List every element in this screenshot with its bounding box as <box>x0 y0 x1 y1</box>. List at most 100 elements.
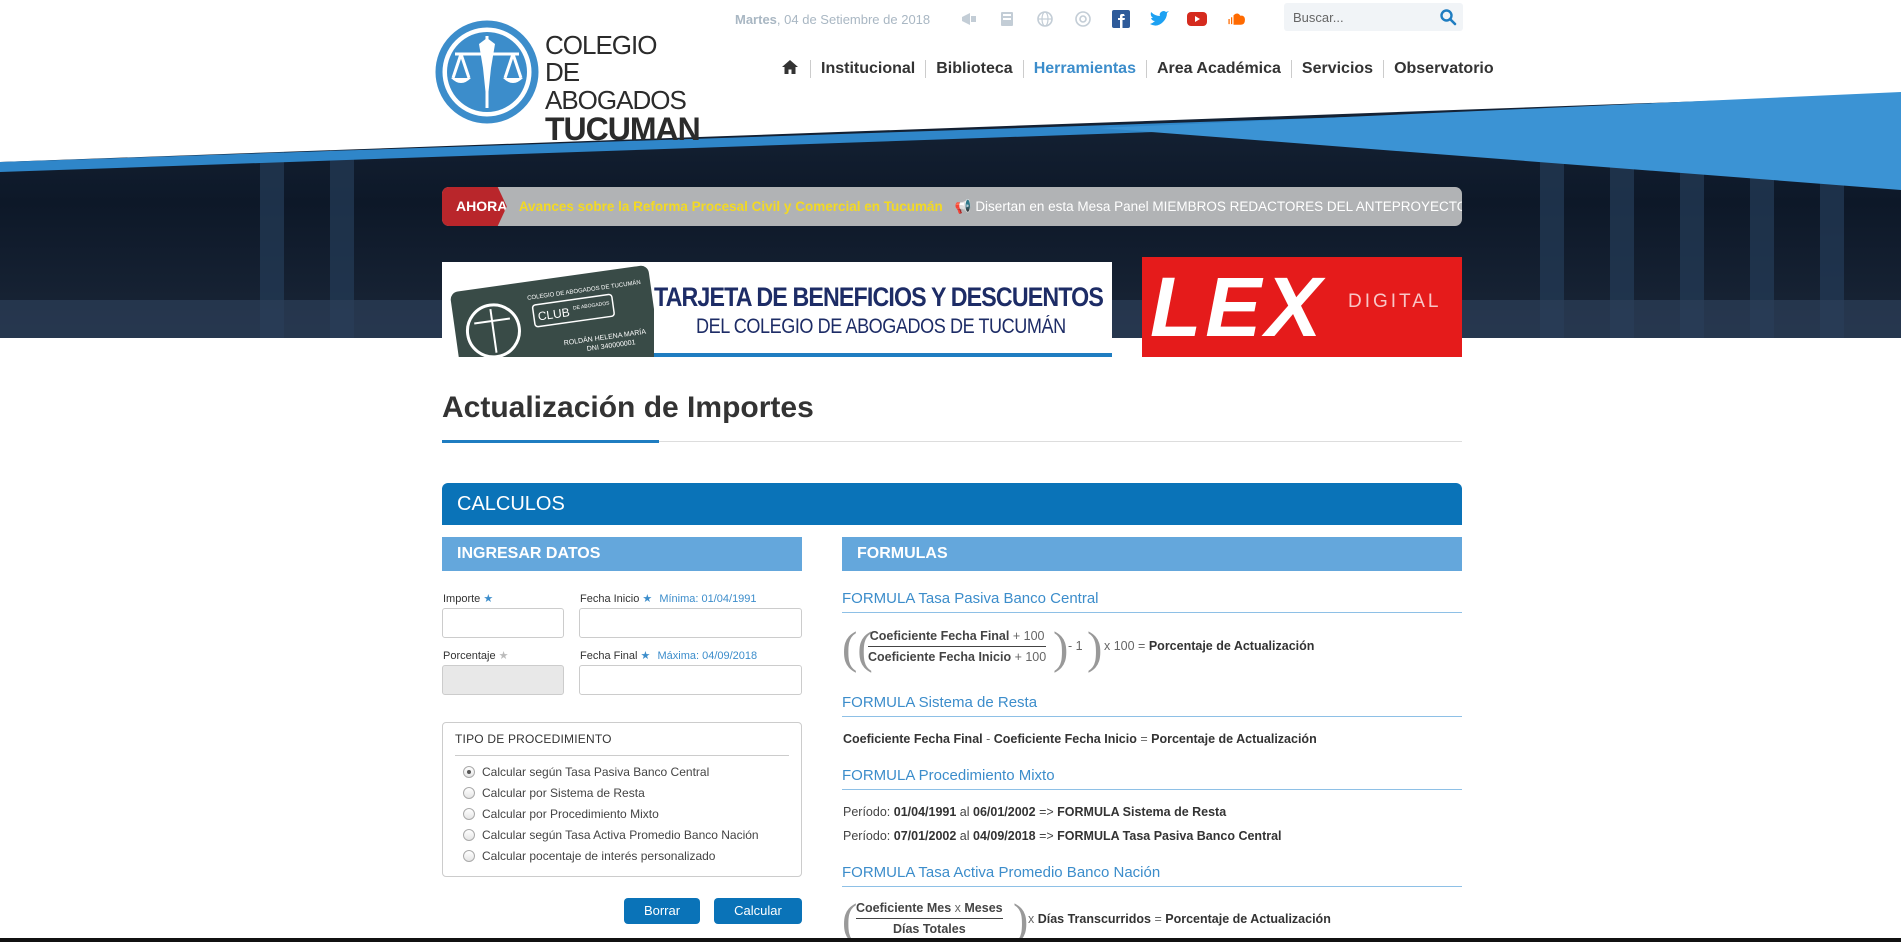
radio-option-tasa-pasiva[interactable]: Calcular según Tasa Pasiva Banco Central <box>463 765 709 779</box>
required-star-icon: ★ <box>640 650 651 662</box>
twitter-icon[interactable] <box>1148 8 1170 30</box>
nav-item-biblioteca[interactable]: Biblioteca <box>925 60 1022 78</box>
page-title: Actualización de Importes <box>442 391 814 424</box>
current-date: Martes, 04 de Setiembre de 2018 <box>735 12 930 27</box>
nav-item-area-academica[interactable]: Area Académica <box>1145 60 1291 78</box>
calculate-button[interactable]: Calcular <box>714 898 802 924</box>
megaphone-icon[interactable] <box>958 8 980 30</box>
membership-card-image: CLUB DE ABOGADOS COLEGIO DE ABOGADOS DE … <box>442 262 654 357</box>
home-icon <box>782 60 798 74</box>
radio-option-label: Calcular por Procedimiento Mixto <box>482 807 659 821</box>
f4-num-x: x <box>954 901 961 915</box>
ticker-text[interactable]: Disertan en esta Mesa Panel MIEMBROS RED… <box>975 199 1462 214</box>
fecha-inicio-hint: Mínima: 01/04/1991 <box>659 593 757 605</box>
nav-home[interactable] <box>782 60 810 78</box>
f3-al: al <box>959 829 970 843</box>
radio-button[interactable] <box>463 829 475 841</box>
required-star-icon: ★ <box>642 593 653 605</box>
f1-minus-one: - 1 <box>1068 639 1083 653</box>
radio-option-mixto[interactable]: Calcular por Procedimiento Mixto <box>463 807 659 821</box>
formula-divider <box>842 886 1462 887</box>
importe-label: Importe ★ <box>443 592 493 605</box>
f3-r2-formula: FORMULA Tasa Pasiva Banco Central <box>1057 829 1282 843</box>
logo-line-2: DE ABOGADOS <box>545 57 687 115</box>
f4-num-a: Coeficiente Mes <box>856 901 952 915</box>
globe-icon[interactable] <box>1034 8 1056 30</box>
f1-result-line: x 100 = Porcentaje de Actualización <box>1104 639 1314 653</box>
main-navigation: Institucional Biblioteca Herramientas Ar… <box>782 60 1504 78</box>
f1-den-a: Coeficiente Fecha Inicio <box>868 650 1012 664</box>
radio-button[interactable] <box>463 808 475 820</box>
f4-times: x <box>1028 912 1035 926</box>
close-paren: ) <box>1053 622 1069 673</box>
f3-period-label: Período: <box>843 805 891 819</box>
search-box <box>1284 3 1463 31</box>
f3-al: al <box>959 805 970 819</box>
nav-item-servicios[interactable]: Servicios <box>1290 60 1383 78</box>
f3-r1-to: 06/01/2002 <box>973 805 1036 819</box>
lex-digital-banner[interactable]: LEX DIGITAL <box>1142 257 1462 357</box>
book-icon[interactable] <box>996 8 1018 30</box>
f3-period-label: Período: <box>843 829 891 843</box>
fieldset-divider <box>455 755 789 756</box>
radio-option-sistema-resta[interactable]: Calcular por Sistema de Resta <box>463 786 645 800</box>
radio-button[interactable] <box>463 787 475 799</box>
formula-tasa-activa-fraction: Coeficiente Mes x Meses Días Totales <box>856 901 1003 936</box>
logo-line-3: TUCUMAN <box>545 111 701 147</box>
search-icon[interactable] <box>1439 8 1457 26</box>
close-paren: ) <box>1087 622 1103 673</box>
window-bottom-edge <box>0 938 1901 942</box>
megaphone-icon: 📢 <box>954 198 972 214</box>
f4-num-b: Meses <box>964 901 1003 915</box>
porcentaje-input[interactable] <box>442 665 564 695</box>
benefits-card-banner[interactable]: CLUB DE ABOGADOS COLEGIO DE ABOGADOS DE … <box>442 262 1112 357</box>
formula-divider <box>842 789 1462 790</box>
benefits-subtitle: DEL COLEGIO DE ABOGADOS DE TUCUMÁN <box>696 315 1066 338</box>
f3-period-1: Período: 01/04/1991 al 06/01/2002 => FOR… <box>843 805 1226 819</box>
f2-op: - <box>986 732 991 746</box>
title-divider-accent <box>442 440 659 443</box>
importe-input[interactable] <box>442 608 564 638</box>
fecha-final-label: Fecha Final ★ Máxima: 04/09/2018 <box>580 649 757 662</box>
procedure-type-fieldset: TIPO DE PROCEDIMIENTO Calcular según Tas… <box>442 722 802 877</box>
nav-item-institucional[interactable]: Institucional <box>810 60 925 78</box>
logo-wordmark: COLEGIO DE ABOGADOS TUCUMAN <box>545 32 705 147</box>
radio-button[interactable] <box>463 850 475 862</box>
nav-item-observatorio[interactable]: Observatorio <box>1383 60 1504 78</box>
soundcloud-icon[interactable] <box>1224 8 1246 30</box>
f2-eq: = <box>1140 732 1148 746</box>
f4-result-line: x Días Transcurridos = Porcentaje de Act… <box>1028 912 1331 926</box>
ticker-headline[interactable]: Avances sobre la Reforma Procesal Civil … <box>519 199 943 214</box>
f4-days: Días Transcurridos <box>1037 912 1151 926</box>
news-ticker: AHORA » Avances sobre la Reforma Procesa… <box>442 187 1462 226</box>
f1-result: Porcentaje de Actualización <box>1148 639 1315 653</box>
optional-star-icon: ★ <box>498 650 509 662</box>
nav-item-herramientas[interactable]: Herramientas <box>1022 60 1146 78</box>
close-paren: ) <box>1013 894 1029 942</box>
radio-option-tasa-activa[interactable]: Calcular según Tasa Activa Promedio Banc… <box>463 828 759 842</box>
fecha-inicio-label-text: Fecha Inicio <box>580 593 640 605</box>
fecha-final-input[interactable] <box>579 665 802 695</box>
required-star-icon: ★ <box>483 593 494 605</box>
youtube-icon[interactable] <box>1186 8 1208 30</box>
site-logo[interactable]: COLEGIO DE ABOGADOS TUCUMAN <box>435 20 705 145</box>
at-icon[interactable] <box>1072 8 1094 30</box>
f3-period-2: Período: 07/01/2002 al 04/09/2018 => FOR… <box>843 829 1282 843</box>
radio-option-personalizado[interactable]: Calcular pocentaje de interés personaliz… <box>463 849 715 863</box>
search-input[interactable] <box>1284 3 1424 31</box>
facebook-icon[interactable] <box>1110 8 1132 30</box>
radio-option-label: Calcular por Sistema de Resta <box>482 786 645 800</box>
fecha-inicio-input[interactable] <box>579 608 802 638</box>
clear-button[interactable]: Borrar <box>624 898 700 924</box>
f3-r1-from: 01/04/1991 <box>893 805 957 819</box>
f2-a: Coeficiente Fecha Final <box>843 732 983 746</box>
formula-tasa-pasiva-title: FORMULA Tasa Pasiva Banco Central <box>842 590 1099 607</box>
f2-result: Porcentaje de Actualización <box>1151 732 1317 746</box>
f3-arrow: => <box>1039 805 1054 819</box>
f4-result: Porcentaje de Actualización <box>1165 912 1331 926</box>
radio-button-selected[interactable] <box>463 766 475 778</box>
porcentaje-label: Porcentaje ★ <box>443 649 509 662</box>
scales-of-justice-icon <box>435 20 539 124</box>
formula-tasa-activa-title: FORMULA Tasa Activa Promedio Banco Nació… <box>842 864 1161 881</box>
formula-tasa-pasiva-fraction: Coeficiente Fecha Final + 100 Coeficient… <box>868 629 1047 664</box>
